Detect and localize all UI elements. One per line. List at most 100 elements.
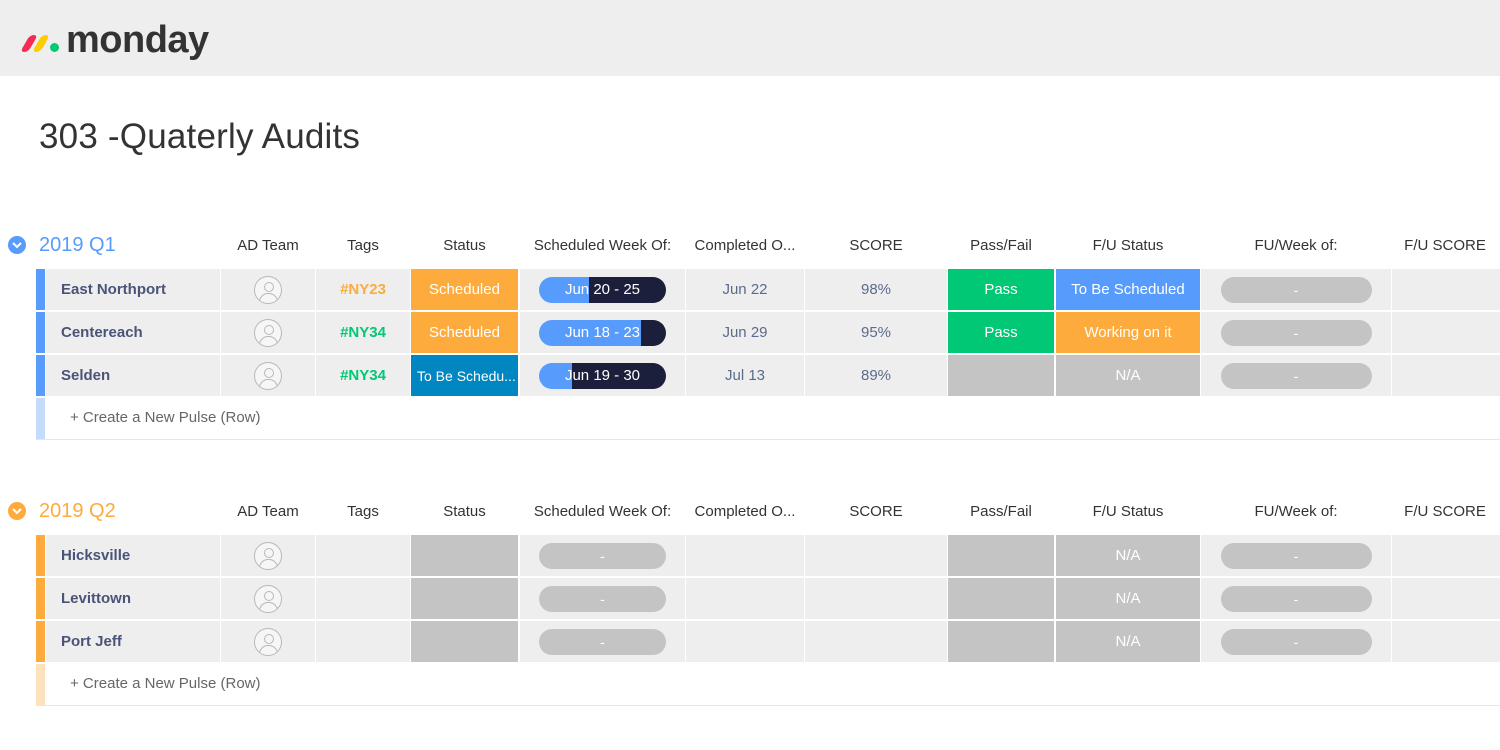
completed-cell[interactable]: Jul 13: [686, 355, 804, 396]
completed-cell[interactable]: [686, 578, 804, 619]
column-header-status[interactable]: Status: [411, 237, 518, 254]
row-name[interactable]: Levittown: [46, 578, 220, 619]
create-pulse-row[interactable]: + Create a New Pulse (Row): [36, 398, 1500, 440]
score-cell[interactable]: [805, 535, 947, 576]
score-cell[interactable]: 95%: [805, 312, 947, 353]
completed-cell[interactable]: Jun 29: [686, 312, 804, 353]
tag-label[interactable]: #NY34: [340, 367, 386, 384]
score-cell[interactable]: [805, 621, 947, 662]
row-name[interactable]: East Northport: [46, 269, 220, 310]
table-row[interactable]: Levittown - N/A -: [36, 578, 1500, 619]
status-cell[interactable]: Scheduled: [411, 269, 518, 310]
fu-week-pill[interactable]: -: [1220, 362, 1372, 389]
tags-cell[interactable]: #NY23: [316, 269, 410, 310]
row-name[interactable]: Port Jeff: [46, 621, 220, 662]
fu-status-cell[interactable]: Working on it: [1056, 312, 1200, 353]
table-row[interactable]: Port Jeff - N/A -: [36, 621, 1500, 662]
pass-fail-cell[interactable]: [948, 578, 1054, 619]
column-header-completed[interactable]: Completed O...: [686, 237, 804, 254]
column-header-ad-team[interactable]: AD Team: [221, 237, 315, 254]
score-cell[interactable]: 98%: [805, 269, 947, 310]
create-pulse-label[interactable]: + Create a New Pulse (Row): [70, 409, 261, 426]
row-name[interactable]: Hicksville: [46, 535, 220, 576]
fu-score-cell[interactable]: [1392, 621, 1500, 662]
column-header-score[interactable]: SCORE: [805, 237, 947, 254]
status-cell[interactable]: To Be Schedu...: [411, 355, 518, 396]
fu-score-cell[interactable]: [1392, 355, 1500, 396]
fu-week-pill[interactable]: -: [1220, 542, 1372, 569]
fu-week-pill[interactable]: -: [1220, 628, 1372, 655]
column-header-tags[interactable]: Tags: [316, 503, 410, 520]
completed-cell[interactable]: Jun 22: [686, 269, 804, 310]
scheduled-week-cell[interactable]: Jun 20 - 25: [520, 269, 685, 310]
create-pulse-label[interactable]: + Create a New Pulse (Row): [70, 675, 261, 692]
table-row[interactable]: East Northport #NY23 Scheduled Jun 20 - …: [36, 269, 1500, 310]
column-header-pass-fail[interactable]: Pass/Fail: [948, 237, 1054, 254]
row-name[interactable]: Selden: [46, 355, 220, 396]
pass-fail-cell[interactable]: Pass: [948, 269, 1054, 310]
fu-status-cell[interactable]: N/A: [1056, 621, 1200, 662]
column-header-fu-status[interactable]: F/U Status: [1056, 237, 1200, 254]
column-header-fu-score[interactable]: F/U SCORE: [1392, 503, 1498, 520]
create-pulse-row[interactable]: + Create a New Pulse (Row): [36, 664, 1500, 706]
collapse-group-button[interactable]: [8, 502, 26, 520]
scheduled-week-cell[interactable]: Jun 18 - 23: [520, 312, 685, 353]
ad-team-cell[interactable]: [221, 269, 315, 310]
fu-week-pill[interactable]: -: [1220, 319, 1372, 346]
fu-status-cell[interactable]: N/A: [1056, 535, 1200, 576]
avatar-icon[interactable]: [254, 541, 282, 570]
timeline-bar[interactable]: Jun 18 - 23: [539, 319, 666, 346]
tags-cell[interactable]: [316, 535, 410, 576]
scheduled-week-cell[interactable]: Jun 19 - 30: [520, 355, 685, 396]
fu-week-cell[interactable]: -: [1201, 269, 1391, 310]
fu-week-pill[interactable]: -: [1220, 585, 1372, 612]
fu-score-cell[interactable]: [1392, 578, 1500, 619]
scheduled-week-cell[interactable]: -: [520, 578, 685, 619]
fu-score-cell[interactable]: [1392, 269, 1500, 310]
avatar-icon[interactable]: [254, 361, 282, 390]
timeline-bar[interactable]: -: [539, 628, 666, 655]
tags-cell[interactable]: [316, 621, 410, 662]
column-header-fu-score[interactable]: F/U SCORE: [1392, 237, 1498, 254]
completed-cell[interactable]: [686, 535, 804, 576]
tag-label[interactable]: #NY23: [340, 281, 386, 298]
timeline-bar[interactable]: -: [539, 542, 666, 569]
avatar-icon[interactable]: [254, 627, 282, 656]
timeline-bar[interactable]: Jun 20 - 25: [539, 276, 666, 303]
status-cell[interactable]: Scheduled: [411, 312, 518, 353]
fu-status-cell[interactable]: N/A: [1056, 578, 1200, 619]
group-title[interactable]: 2019 Q1: [39, 231, 116, 259]
tags-cell[interactable]: #NY34: [316, 355, 410, 396]
fu-status-cell[interactable]: To Be Scheduled: [1056, 269, 1200, 310]
column-header-scheduled-week[interactable]: Scheduled Week Of:: [520, 503, 685, 520]
pass-fail-cell[interactable]: Pass: [948, 312, 1054, 353]
pass-fail-cell[interactable]: [948, 355, 1054, 396]
monday-logo[interactable]: monday: [20, 18, 209, 62]
table-row[interactable]: Hicksville - N/A -: [36, 535, 1500, 576]
completed-cell[interactable]: [686, 621, 804, 662]
row-name[interactable]: Centereach: [46, 312, 220, 353]
score-cell[interactable]: 89%: [805, 355, 947, 396]
tags-cell[interactable]: #NY34: [316, 312, 410, 353]
status-cell[interactable]: [411, 621, 518, 662]
pass-fail-cell[interactable]: [948, 621, 1054, 662]
fu-week-pill[interactable]: -: [1220, 276, 1372, 303]
group-title[interactable]: 2019 Q2: [39, 497, 116, 525]
column-header-pass-fail[interactable]: Pass/Fail: [948, 503, 1054, 520]
status-cell[interactable]: [411, 535, 518, 576]
fu-week-cell[interactable]: -: [1201, 621, 1391, 662]
fu-week-cell[interactable]: -: [1201, 535, 1391, 576]
status-cell[interactable]: [411, 578, 518, 619]
scheduled-week-cell[interactable]: -: [520, 535, 685, 576]
score-cell[interactable]: [805, 578, 947, 619]
column-header-status[interactable]: Status: [411, 503, 518, 520]
collapse-group-button[interactable]: [8, 236, 26, 254]
table-row[interactable]: Centereach #NY34 Scheduled Jun 18 - 23 J…: [36, 312, 1500, 353]
table-row[interactable]: Selden #NY34 To Be Schedu... Jun 19 - 30…: [36, 355, 1500, 396]
column-header-completed[interactable]: Completed O...: [686, 503, 804, 520]
ad-team-cell[interactable]: [221, 355, 315, 396]
ad-team-cell[interactable]: [221, 621, 315, 662]
scheduled-week-cell[interactable]: -: [520, 621, 685, 662]
timeline-bar[interactable]: -: [539, 585, 666, 612]
tag-label[interactable]: #NY34: [340, 324, 386, 341]
